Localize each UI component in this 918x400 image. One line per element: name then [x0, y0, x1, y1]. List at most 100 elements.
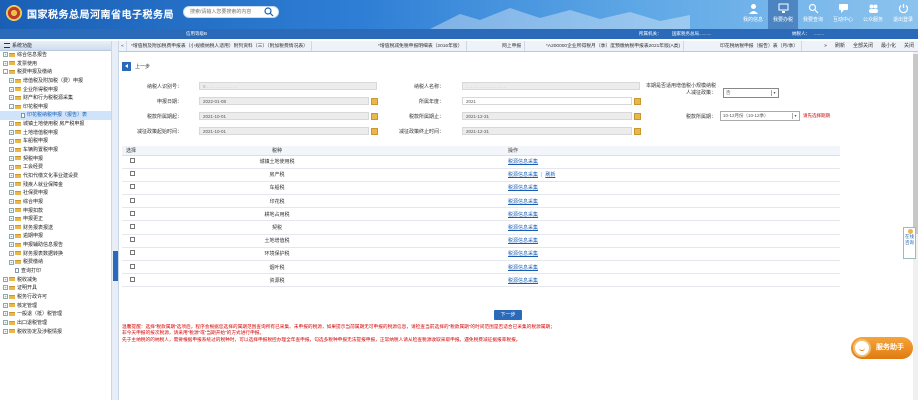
search-icon[interactable] [264, 7, 274, 17]
collapse-handle[interactable] [113, 251, 118, 281]
expand-icon[interactable]: + [9, 86, 14, 92]
expand-icon[interactable]: + [3, 276, 8, 282]
sidebar-item[interactable]: + 代扣代缴文化事业建设费 [0, 172, 111, 181]
sidebar-item[interactable]: + 财务报表报送 [0, 224, 111, 233]
collect-source-link[interactable]: 税源信息采集 [508, 278, 538, 284]
sidebar-item[interactable]: + 残疾人就业保障金 [0, 181, 111, 190]
sidebar-item[interactable]: + 综合信息报告 [0, 51, 111, 60]
sidebar-item[interactable]: + 车辆购置税申报 [0, 146, 111, 155]
sidebar-item[interactable]: + 工会经费 [0, 163, 111, 172]
scrollbar-thumb[interactable] [913, 54, 918, 234]
sidebar-item[interactable]: + 社保费申报 [0, 189, 111, 198]
sidebar-item[interactable]: + 申报更正 [0, 215, 111, 224]
expand-icon[interactable]: + [9, 199, 14, 205]
expand-icon[interactable]: + [9, 78, 14, 84]
tab-vat-relief[interactable]: *增值税减免税申报明细表（2016年版） [375, 41, 467, 51]
expand-icon[interactable]: + [9, 129, 14, 135]
expand-icon[interactable]: + [3, 302, 8, 308]
expand-icon[interactable]: + [9, 207, 14, 213]
sidebar-item[interactable]: + 综合申报 [0, 198, 111, 207]
tab-cit-prepay[interactable]: *A200000企业所得税月（季）度预缴纳税申报表2021年版(A类) [543, 41, 685, 51]
expand-icon[interactable]: + [9, 216, 14, 222]
sidebar-item[interactable]: + 契税申报 [0, 155, 111, 164]
row-checkbox[interactable] [130, 263, 135, 269]
row-checkbox[interactable] [130, 237, 135, 243]
minimize-button[interactable]: 最小化 [877, 41, 900, 51]
sidebar-item[interactable]: + 企业所得税申报 [0, 86, 111, 95]
sidebar-item[interactable]: + 财务报表数据转换 [0, 250, 111, 259]
expand-icon[interactable]: + [9, 242, 14, 248]
refresh-link[interactable]: 刷新 [545, 172, 555, 178]
expand-icon[interactable]: + [3, 320, 8, 326]
sidebar-item[interactable]: 查询打印 [0, 267, 111, 276]
close-all-button[interactable]: 全部关闭 [849, 41, 877, 51]
row-checkbox[interactable] [130, 276, 135, 282]
calendar-icon[interactable] [371, 113, 378, 120]
tab-scroll-right-icon[interactable]: » [820, 41, 831, 51]
sidebar-item[interactable]: + 税收减免 [0, 276, 111, 285]
row-checkbox[interactable] [130, 184, 135, 190]
row-checkbox[interactable] [130, 250, 135, 256]
sidebar-item[interactable]: + 申报扣款 [0, 207, 111, 216]
collect-source-link[interactable]: 税源信息采集 [508, 225, 538, 231]
sidebar-item[interactable]: + 发票使用 [0, 60, 111, 69]
sidebar-item[interactable]: + 申报辅助信息报告 [0, 241, 111, 250]
next-step-button[interactable]: 下一步 [494, 310, 522, 320]
sidebar-item[interactable]: + 税收协定及涉税情报 [0, 328, 111, 337]
row-checkbox[interactable] [130, 158, 135, 164]
collect-source-link[interactable]: 税源信息采集 [508, 199, 538, 205]
collect-source-link[interactable]: 税源信息采集 [508, 251, 538, 257]
sidebar-item[interactable]: + 核定管理 [0, 302, 111, 311]
calendar-icon[interactable] [371, 128, 378, 135]
online-consult-widget[interactable]: 在线咨询 [903, 227, 916, 259]
row-checkbox[interactable] [130, 171, 135, 177]
sidebar-item[interactable]: + 证明开具 [0, 284, 111, 293]
sidebar-item[interactable]: + 税费缴纳 [0, 258, 111, 267]
tab-vat-attachment[interactable]: *增值税及附加税费申报表（小规模纳税人适用）附列资料（三）（附加税费情况表） [128, 41, 312, 51]
collect-source-link[interactable]: 税源信息采集 [508, 238, 538, 244]
refresh-button[interactable]: 刷新 [831, 41, 849, 51]
nav-query[interactable]: 我要查询 [798, 0, 828, 29]
sidebar-item[interactable]: + 增值税及附加税（费）申报 [0, 77, 111, 86]
sidebar-item[interactable]: + 土地增值税申报 [0, 129, 111, 138]
calendar-icon[interactable] [634, 113, 641, 120]
collect-source-link[interactable]: 税源信息采集 [508, 265, 538, 271]
sidebar-item[interactable]: + 税务行政许可 [0, 293, 111, 302]
service-assistant-button[interactable]: 服务助手 [851, 337, 913, 359]
collapse-icon[interactable]: - [9, 104, 14, 110]
nav-logout[interactable]: 退出登录 [888, 0, 918, 29]
collect-source-link[interactable]: 税源信息采集 [508, 185, 538, 191]
period-select[interactable]: 10-12月份（10-12季） ▾ [720, 111, 800, 121]
small-scale-select[interactable]: 否 ▾ [723, 88, 779, 98]
expand-icon[interactable]: + [3, 60, 8, 66]
year-field[interactable]: 2021 [462, 97, 632, 105]
sidebar-item[interactable]: 印花税纳税申报（报告）表 [0, 111, 111, 121]
expand-icon[interactable]: + [9, 190, 14, 196]
row-checkbox[interactable] [130, 224, 135, 230]
sidebar-item[interactable]: + 财产和行为税税源采集 [0, 94, 111, 103]
expand-icon[interactable]: + [9, 147, 14, 153]
row-checkbox[interactable] [130, 197, 135, 203]
sidebar-item[interactable]: + 城镇土地使用税 房产税申报 [0, 120, 111, 129]
calendar-icon[interactable] [634, 128, 641, 135]
calendar-icon[interactable] [634, 98, 641, 105]
expand-icon[interactable]: + [9, 121, 14, 127]
nav-do-tax[interactable]: 我要办税 [768, 0, 798, 29]
tab-stamp-report[interactable]: 印花税纳税申报（报告）表（月/季） [717, 41, 803, 51]
sidebar-item[interactable]: - 印花税申报 [0, 103, 111, 112]
expand-icon[interactable]: + [9, 224, 14, 230]
row-checkbox[interactable] [130, 210, 135, 216]
expand-icon[interactable]: + [3, 311, 8, 317]
expand-icon[interactable]: + [9, 259, 14, 265]
expand-icon[interactable]: + [9, 138, 14, 144]
expand-icon[interactable]: + [3, 285, 8, 291]
nav-interaction[interactable]: 互动中心 [828, 0, 858, 29]
nav-public-service[interactable]: 公众服务 [858, 0, 888, 29]
nav-my-info[interactable]: 我的信息 [738, 0, 768, 29]
expand-icon[interactable]: + [9, 95, 14, 101]
expand-icon[interactable]: + [9, 181, 14, 187]
sidebar-item[interactable]: - 税费申报及缴纳 [0, 68, 111, 77]
collect-source-link[interactable]: 税源信息采集 [508, 159, 538, 165]
expand-icon[interactable]: + [9, 250, 14, 256]
expand-icon[interactable]: + [3, 328, 8, 334]
